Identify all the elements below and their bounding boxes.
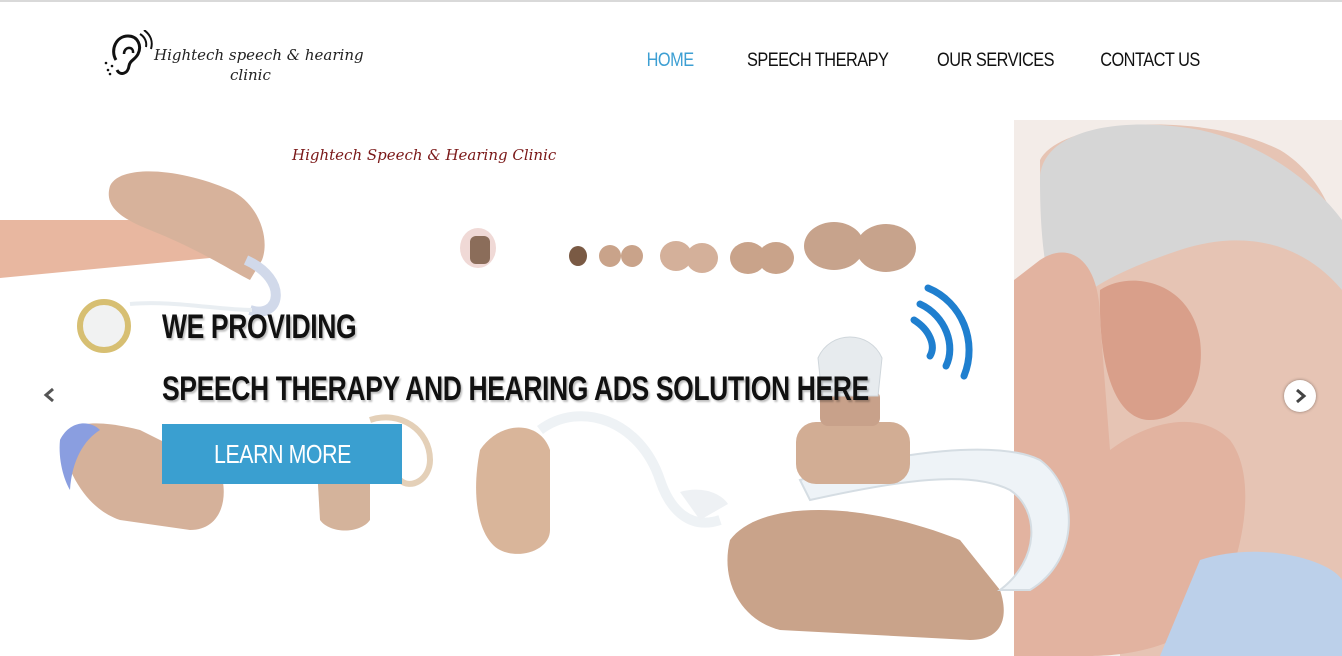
chevron-left-icon xyxy=(43,387,54,403)
learn-more-button[interactable]: LEARN MORE xyxy=(162,424,402,484)
nav-our-services[interactable]: OUR SERVICES xyxy=(937,50,1055,72)
learn-more-label: LEARN MORE xyxy=(213,438,351,469)
main-nav: HOME SPEECH THERAPY OUR SERVICES CONTACT… xyxy=(639,50,1201,72)
nav-contact-us[interactable]: CONTACT US xyxy=(1100,50,1200,72)
logo-text-line1: Hightech speech & hearing xyxy=(154,46,364,64)
hero-headline-2: SPEECH THERAPY AND HEARING ADS SOLUTION … xyxy=(162,370,869,408)
nav-home[interactable]: HOME xyxy=(647,50,694,72)
chevron-right-icon xyxy=(1296,388,1307,404)
top-border xyxy=(0,0,1342,2)
slider-prev-button[interactable] xyxy=(38,384,60,406)
nav-speech-therapy[interactable]: SPEECH THERAPY xyxy=(747,50,889,72)
site-logo[interactable]: Hightech speech & hearing clinic xyxy=(104,30,374,90)
logo-text-line2: clinic xyxy=(230,66,271,84)
slide-caption: Hightech Speech & Hearing Clinic xyxy=(292,146,557,164)
slider-next-button[interactable] xyxy=(1284,380,1316,412)
hero-slider: Hightech Speech & Hearing Clinic WE PROV… xyxy=(0,120,1342,656)
hero-headline-1: WE PROVIDING xyxy=(162,308,357,346)
